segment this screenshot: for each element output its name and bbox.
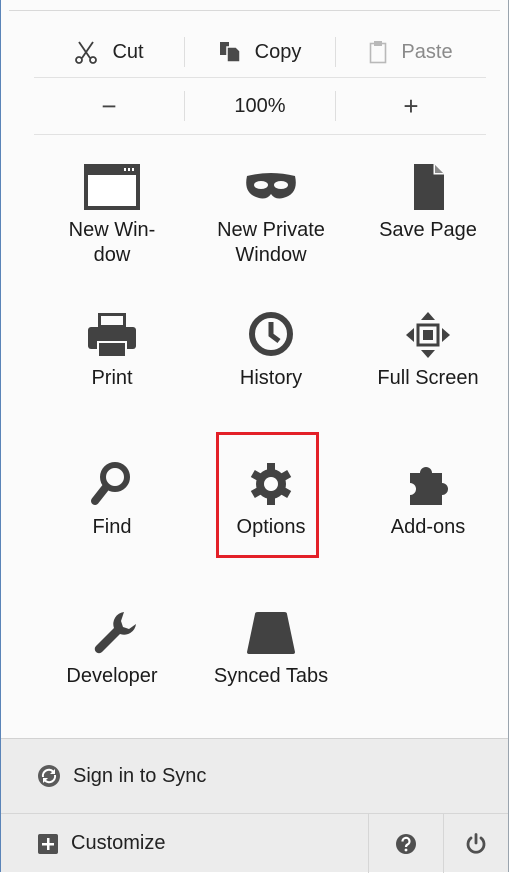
zoom-in-button[interactable]: +	[336, 84, 486, 128]
save-page-label: Save Page	[379, 219, 477, 241]
footer-toolbar: Customize	[1, 814, 508, 873]
full-screen-button[interactable]: Full Screen	[350, 312, 506, 391]
add-ons-button[interactable]: Add-ons	[350, 461, 506, 540]
developer-label: Developer	[66, 665, 158, 687]
mask-icon	[246, 173, 296, 199]
panel-footer: Sign in to Sync Customize	[1, 738, 508, 873]
new-private-window-label: New Private Window	[217, 219, 325, 266]
save-page-button[interactable]: Save Page	[350, 164, 506, 243]
customize-button[interactable]: Customize	[1, 814, 368, 873]
paste-label: Paste	[401, 40, 453, 63]
page-icon	[414, 164, 444, 210]
copy-button[interactable]: Copy	[185, 30, 335, 74]
fullscreen-icon	[406, 312, 450, 358]
top-divider	[9, 10, 500, 11]
clock-icon	[249, 312, 293, 356]
scissors-icon	[75, 41, 98, 64]
quit-button[interactable]	[443, 814, 508, 873]
print-label: Print	[91, 367, 133, 389]
synced-tabs-button[interactable]: Synced Tabs	[193, 610, 349, 689]
new-private-window-button[interactable]: New Private Window	[193, 164, 349, 268]
copy-icon	[219, 42, 241, 63]
wrench-icon	[94, 612, 136, 654]
developer-button[interactable]: Developer	[34, 610, 190, 689]
copy-label: Copy	[254, 40, 302, 63]
paste-button[interactable]: Paste	[336, 30, 486, 74]
history-label: History	[239, 367, 303, 389]
customize-label: Customize	[71, 832, 166, 854]
help-button[interactable]	[368, 814, 443, 873]
plus-box-icon	[38, 833, 58, 854]
cut-button[interactable]: Cut	[34, 30, 184, 74]
clipboard-icon	[370, 41, 387, 64]
find-button[interactable]: Find	[34, 461, 190, 540]
power-icon	[466, 832, 486, 854]
add-ons-label: Add-ons	[390, 516, 466, 538]
find-label: Find	[92, 516, 132, 538]
full-screen-label: Full Screen	[377, 367, 479, 389]
new-window-button[interactable]: New Win- dow	[34, 164, 190, 268]
puzzle-icon	[410, 467, 448, 505]
cut-label: Cut	[112, 40, 144, 63]
divider	[34, 134, 486, 135]
print-button[interactable]: Print	[34, 312, 190, 391]
help-icon	[396, 833, 416, 854]
window-icon	[84, 164, 140, 210]
magnifier-icon	[91, 462, 130, 505]
options-highlight	[216, 432, 319, 558]
zoom-out-button[interactable]: −	[34, 84, 184, 128]
edit-controls: Cut Copy Paste	[34, 30, 486, 74]
zoom-reset-button[interactable]: 100%	[185, 84, 335, 128]
app-menu-panel: Cut Copy Paste − 100% + New Win- dow New…	[0, 0, 509, 873]
synced-tabs-label: Synced Tabs	[213, 665, 329, 687]
new-window-label: New Win- dow	[68, 219, 156, 266]
divider	[34, 77, 486, 78]
sign-in-label: Sign in to Sync	[73, 764, 207, 787]
synced-tabs-icon	[247, 612, 295, 654]
printer-icon	[88, 313, 136, 358]
zoom-controls: − 100% +	[34, 84, 486, 128]
history-button[interactable]: History	[193, 312, 349, 391]
sync-icon	[38, 765, 60, 787]
sign-in-to-sync-button[interactable]: Sign in to Sync	[1, 739, 508, 814]
